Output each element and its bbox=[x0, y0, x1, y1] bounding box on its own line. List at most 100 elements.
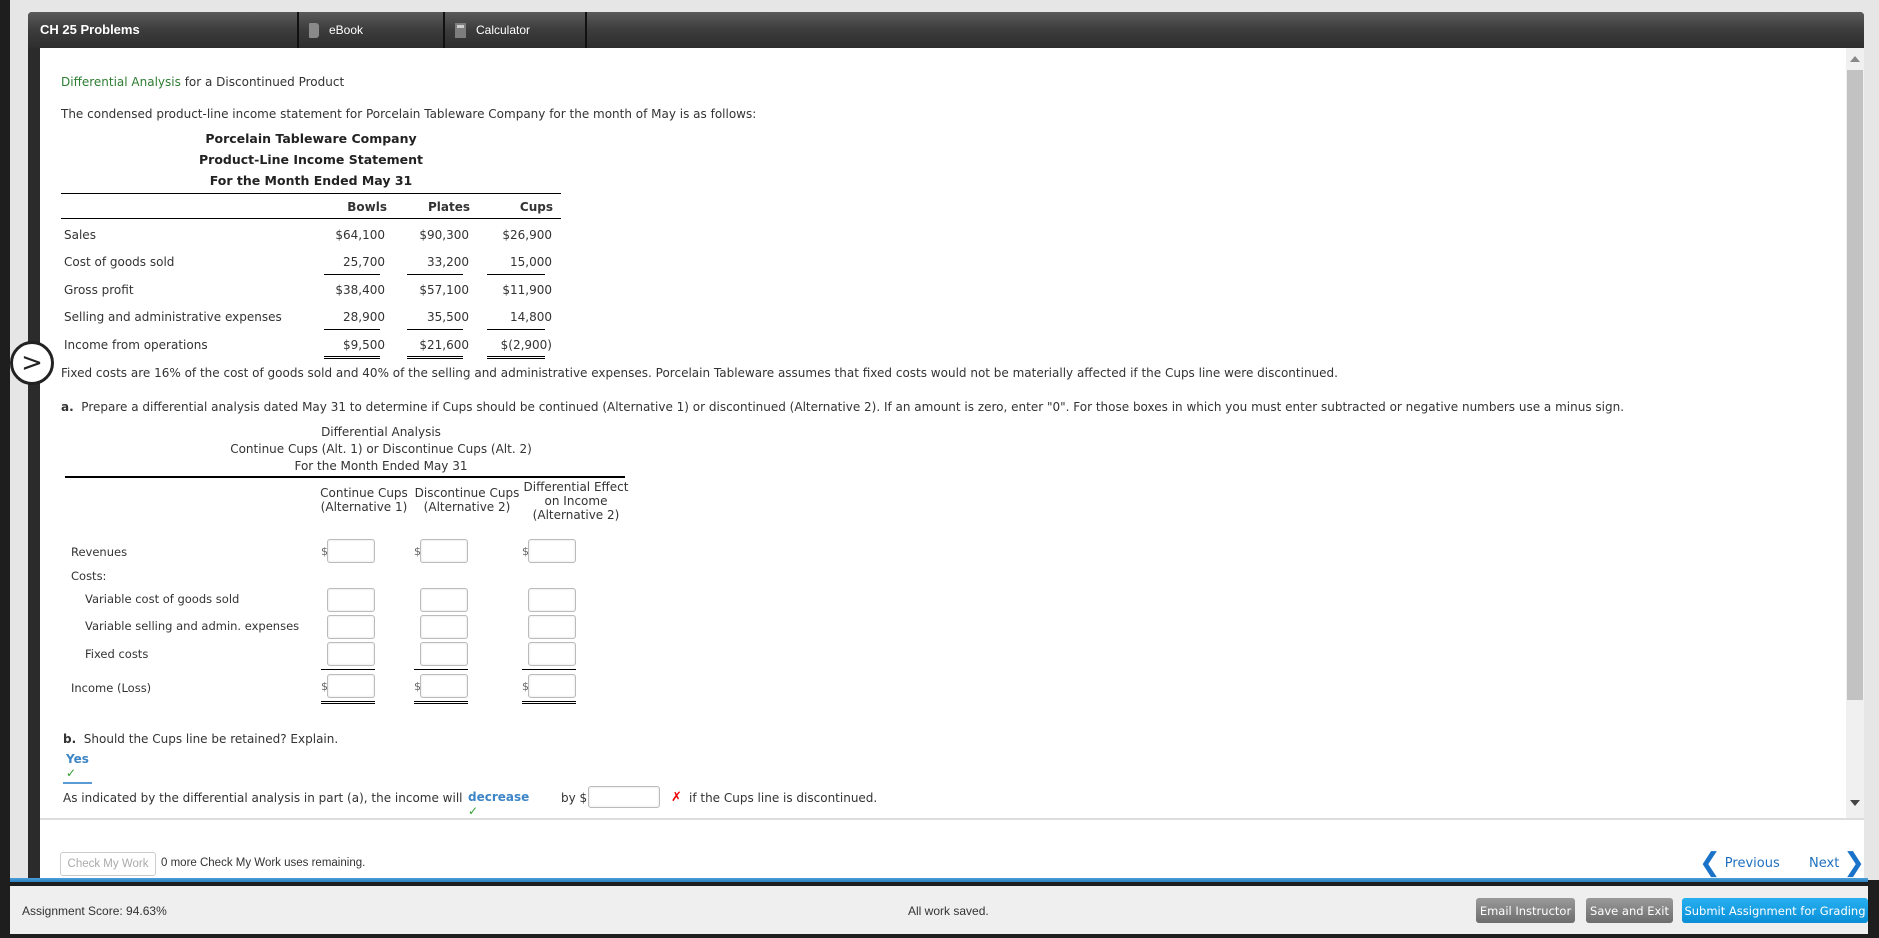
subtotal-rule bbox=[324, 274, 380, 275]
next-button[interactable]: Next ❯ bbox=[1809, 850, 1865, 876]
revenues-alt1-input[interactable] bbox=[327, 539, 375, 563]
part-b-question: b. Should the Cups line be retained? Exp… bbox=[63, 732, 338, 746]
row-label: Cost of goods sold bbox=[64, 255, 175, 269]
by-label: by $ bbox=[561, 791, 588, 805]
content-scrollbar[interactable] bbox=[1846, 48, 1864, 818]
var-cogs-diff-input[interactable] bbox=[528, 588, 576, 612]
part-b-sentence-end: if the Cups line is discontinued. bbox=[689, 791, 878, 805]
intro-text: The condensed product-line income statem… bbox=[61, 107, 757, 121]
col-bowls: Bowls bbox=[347, 200, 387, 214]
ebook-button[interactable]: eBook bbox=[299, 12, 445, 48]
cell: 35,500 bbox=[427, 310, 469, 324]
retain-answer-dropdown[interactable]: Yes ✓ bbox=[63, 752, 92, 784]
subtotal-rule bbox=[414, 669, 468, 670]
statement-top-rule bbox=[61, 193, 561, 194]
direction-dropdown[interactable]: decrease ✓ bbox=[465, 790, 532, 818]
cell: $38,400 bbox=[335, 283, 385, 297]
part-b-letter: b. bbox=[63, 732, 77, 746]
fixed-alt2-input[interactable] bbox=[420, 642, 468, 666]
cell: $90,300 bbox=[419, 228, 469, 242]
topic-link[interactable]: Differential Analysis bbox=[61, 75, 181, 89]
scroll-thumb[interactable] bbox=[1847, 70, 1863, 700]
check-my-work-button[interactable]: Check My Work bbox=[60, 852, 156, 876]
revenues-diff-input[interactable] bbox=[528, 539, 576, 563]
total-double-rule bbox=[407, 356, 463, 359]
row-label: Sales bbox=[64, 228, 96, 242]
cell: 33,200 bbox=[427, 255, 469, 269]
subtotal-rule bbox=[407, 329, 463, 330]
income-alt1-input[interactable] bbox=[327, 674, 375, 698]
fixed-diff-input[interactable] bbox=[528, 642, 576, 666]
var-cogs-alt2-input[interactable] bbox=[420, 588, 468, 612]
row-label: Income from operations bbox=[64, 338, 208, 352]
save-and-exit-button[interactable]: Save and Exit bbox=[1586, 898, 1673, 923]
assignment-panel: CH 25 Problems eBook Calculator Differen… bbox=[28, 12, 1865, 880]
submit-assignment-button[interactable]: Submit Assignment for Grading bbox=[1682, 898, 1868, 923]
var-sa-diff-input[interactable] bbox=[528, 615, 576, 639]
cell: $57,100 bbox=[419, 283, 469, 297]
col-plates: Plates bbox=[427, 200, 470, 214]
var-sa-alt1-input[interactable] bbox=[327, 615, 375, 639]
ebook-label: eBook bbox=[329, 23, 364, 37]
col-differential: Differential Effect on Income (Alternati… bbox=[523, 480, 629, 522]
cell: $11,900 bbox=[502, 283, 552, 297]
row-income-label: Income (Loss) bbox=[71, 681, 152, 695]
calculator-icon bbox=[455, 22, 466, 38]
fixed-costs-note: Fixed costs are 16% of the cost of goods… bbox=[61, 366, 1338, 380]
next-label: Next bbox=[1809, 855, 1840, 871]
da-period: For the Month Ended May 31 bbox=[294, 459, 468, 473]
previous-button[interactable]: ❮ Previous bbox=[1699, 850, 1780, 876]
part-a-instructions: a. Prepare a differential analysis dated… bbox=[61, 400, 1624, 414]
row-label: Gross profit bbox=[64, 283, 134, 297]
col-cups: Cups bbox=[519, 200, 553, 214]
problem-title: Differential Analysis for a Discontinued… bbox=[61, 75, 344, 89]
calculator-button[interactable]: Calculator bbox=[445, 12, 587, 48]
cell: $64,100 bbox=[335, 228, 385, 242]
email-instructor-button[interactable]: Email Instructor bbox=[1476, 898, 1575, 923]
amount-input[interactable] bbox=[588, 786, 660, 808]
subtotal-rule bbox=[324, 329, 380, 330]
previous-label: Previous bbox=[1724, 855, 1780, 871]
var-sa-alt2-input[interactable] bbox=[420, 615, 468, 639]
calculator-label: Calculator bbox=[476, 23, 531, 37]
da-subtitle: Continue Cups (Alt. 1) or Discontinue Cu… bbox=[230, 442, 532, 456]
col-continue: Continue Cups (Alternative 1) bbox=[320, 486, 408, 514]
fixed-alt1-input[interactable] bbox=[327, 642, 375, 666]
subtotal-rule bbox=[321, 669, 375, 670]
direction-value: decrease bbox=[468, 790, 530, 804]
col-discontinue: Discontinue Cups (Alternative 2) bbox=[414, 486, 520, 514]
scroll-down-icon[interactable] bbox=[1850, 800, 1860, 806]
assignment-status-bar: Assignment Score: 94.63% All work saved.… bbox=[10, 886, 1868, 934]
row-label: Selling and administrative expenses bbox=[64, 310, 282, 324]
footer-accent-line bbox=[10, 878, 1868, 882]
income-diff-input[interactable] bbox=[528, 674, 576, 698]
question-footer: Check My Work 0 more Check My Work uses … bbox=[40, 818, 1865, 880]
chevron-right-icon: ❯ bbox=[1843, 848, 1866, 878]
cell: $21,600 bbox=[419, 338, 469, 352]
total-double-rule bbox=[487, 356, 545, 359]
book-icon bbox=[309, 22, 319, 38]
correct-check-icon: ✓ bbox=[66, 766, 77, 780]
left-strip bbox=[0, 0, 10, 938]
cell: $26,900 bbox=[502, 228, 552, 242]
chevron-left-icon: ❮ bbox=[1699, 848, 1721, 878]
expand-sidebar-button[interactable]: > bbox=[10, 341, 54, 385]
income-alt2-input[interactable] bbox=[420, 674, 468, 698]
total-double-rule bbox=[321, 701, 375, 704]
scroll-up-icon[interactable] bbox=[1850, 56, 1860, 62]
cell: 25,700 bbox=[343, 255, 385, 269]
assignment-score: Assignment Score: 94.63% bbox=[22, 904, 167, 918]
var-cogs-alt1-input[interactable] bbox=[327, 588, 375, 612]
part-a-text: Prepare a differential analysis dated Ma… bbox=[81, 400, 1625, 414]
cell: 15,000 bbox=[510, 255, 552, 269]
row-var-sa-label: Variable selling and admin. expenses bbox=[85, 619, 300, 633]
app-background: CH 25 Problems eBook Calculator Differen… bbox=[10, 0, 1879, 880]
statement-company: Porcelain Tableware Company bbox=[205, 131, 417, 146]
part-a-letter: a. bbox=[61, 400, 74, 414]
revenues-alt2-input[interactable] bbox=[420, 539, 468, 563]
check-uses-remaining: 0 more Check My Work uses remaining. bbox=[161, 857, 366, 869]
subtotal-rule bbox=[407, 274, 463, 275]
statement-period: For the Month Ended May 31 bbox=[209, 173, 413, 188]
subtotal-rule bbox=[487, 329, 545, 330]
part-b-sentence-start: As indicated by the differential analysi… bbox=[63, 791, 463, 805]
